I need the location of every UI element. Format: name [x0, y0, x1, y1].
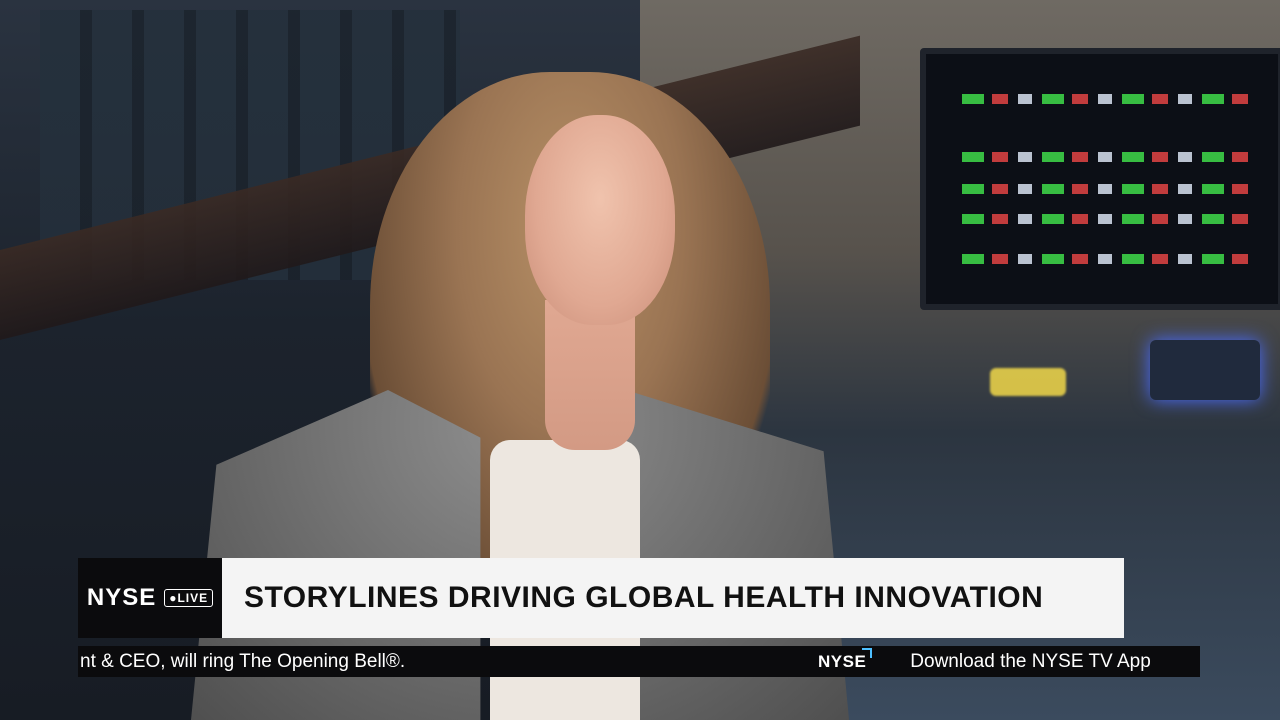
live-badge: ●LIVE	[164, 589, 214, 607]
monitor-row	[962, 254, 1252, 264]
nyse-live-logo: NYSE ●LIVE	[78, 558, 222, 638]
headline-banner: STORYLINES DRIVING GLOBAL HEALTH INNOVAT…	[222, 558, 1124, 638]
ticker-nyse-logo: NYSE	[818, 647, 873, 672]
headline-text: STORYLINES DRIVING GLOBAL HEALTH INNOVAT…	[244, 581, 1044, 614]
ticker-logo-text: NYSE	[818, 651, 867, 671]
monitor-row	[962, 94, 1252, 104]
logo-bracket-icon	[862, 647, 873, 658]
market-data-monitor	[920, 48, 1280, 310]
monitor-row	[962, 184, 1252, 194]
brand-logo-text: NYSE	[86, 584, 157, 611]
floor-light	[990, 368, 1066, 396]
monitor-row	[962, 214, 1252, 224]
ticker-promo-text: Download the NYSE TV App	[910, 650, 1151, 672]
nyse-sign-glow	[1150, 340, 1260, 400]
monitor-row	[962, 152, 1252, 162]
news-ticker: nt & CEO, will ring The Opening Bell®. N…	[78, 646, 1200, 677]
presenter-face	[525, 115, 675, 325]
live-badge-label: LIVE	[177, 591, 209, 605]
ticker-crawl-text: nt & CEO, will ring The Opening Bell®.	[80, 650, 406, 672]
